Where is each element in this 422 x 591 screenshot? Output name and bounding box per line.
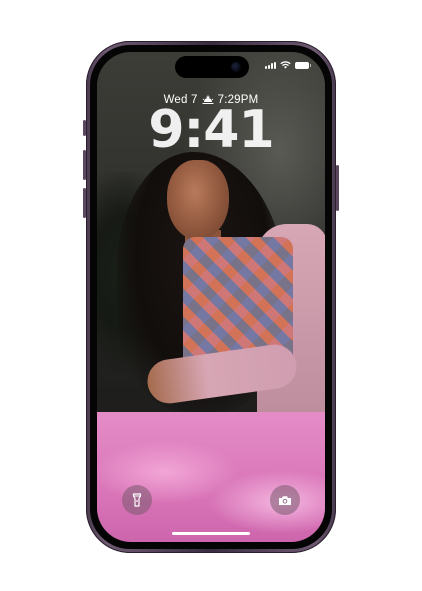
wallpaper-face xyxy=(167,160,229,240)
camera-icon xyxy=(279,495,291,505)
wallpaper-skirt xyxy=(97,412,325,542)
stage: Wed 7 7:29PM 9:41 xyxy=(0,0,422,591)
battery-icon xyxy=(295,61,311,69)
dynamic-island xyxy=(175,56,249,78)
side-power-button[interactable] xyxy=(336,165,339,211)
flashlight-icon xyxy=(132,493,142,507)
front-camera xyxy=(231,62,241,72)
lock-clock[interactable]: 9:41 xyxy=(97,104,325,156)
camera-button[interactable] xyxy=(270,485,300,515)
home-indicator[interactable] xyxy=(172,532,250,535)
wifi-icon xyxy=(280,61,291,69)
lock-screen[interactable]: Wed 7 7:29PM 9:41 xyxy=(97,52,325,542)
status-bar xyxy=(265,61,311,69)
cellular-signal-icon xyxy=(265,61,276,69)
flashlight-button[interactable] xyxy=(122,485,152,515)
